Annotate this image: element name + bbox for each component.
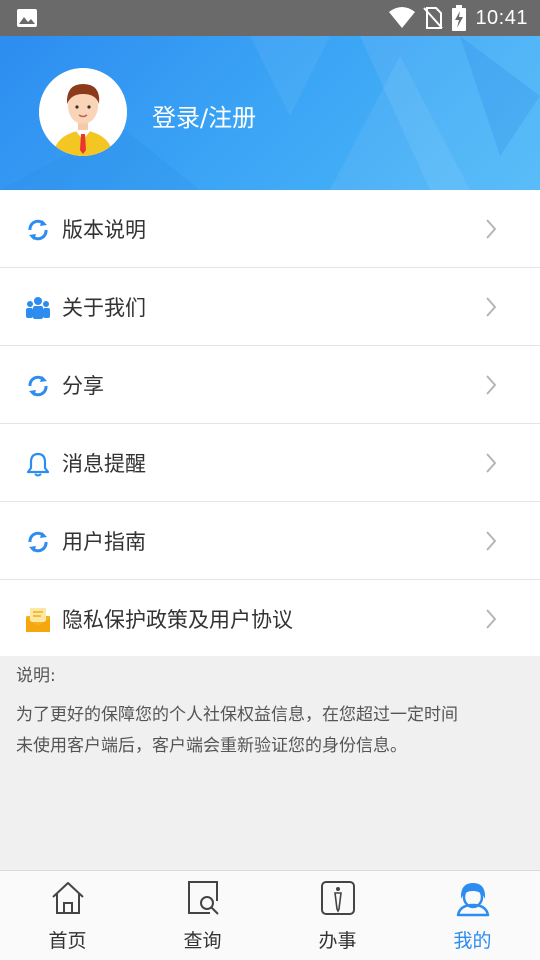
tab-services[interactable]: 办事 [270,871,405,960]
tab-label: 办事 [318,930,357,952]
chevron-right-icon [486,375,497,395]
bottom-tab-bar: 首页 查询 办事 我的 [0,870,540,960]
tab-label: 我的 [453,930,492,952]
notice-title: 说明: [16,666,56,686]
menu-item-label: 关于我们 [62,295,146,320]
bell-icon [26,452,50,477]
chevron-right-icon [486,453,497,473]
menu-item-label: 分享 [62,373,104,398]
notice-line: 未使用客户端后，客户端会重新验证您的身份信息。 [16,736,407,756]
envelope-icon [26,608,50,632]
battery-charging-icon [452,5,467,31]
avatar-person-icon [39,68,127,156]
tab-home[interactable]: 首页 [0,871,135,960]
refresh-icon [28,219,48,241]
search-doc-icon [187,881,219,915]
menu-item-message-reminder[interactable]: 消息提醒 [0,424,540,502]
avatar[interactable] [39,68,127,156]
menu-item-version-info[interactable]: 版本说明 [0,190,540,268]
login-register-link[interactable]: 登录/注册 [152,98,256,133]
notice-text: 为了更好的保障您的个人社保权益信息，在您超过一定时间 未使用客户端后，客户端会重… [16,700,524,762]
tab-label: 首页 [48,930,87,952]
menu-item-privacy-policy[interactable]: 隐私保护政策及用户协议 [0,580,540,658]
user-icon [456,883,489,917]
tab-mine[interactable]: 我的 [405,871,540,960]
profile-header: 登录/注册 [0,36,540,190]
home-icon [51,882,84,914]
settings-menu: 版本说明 关于我们 分享 消息提醒 用户指南 隐私保护政策及用户协议 [0,190,540,658]
notice-line: 为了更好的保障您的个人社保权益信息，在您超过一定时间 [16,705,458,725]
menu-item-label: 用户指南 [62,529,146,554]
menu-item-user-guide[interactable]: 用户指南 [0,502,540,580]
people-icon [26,297,50,319]
menu-item-label: 隐私保护政策及用户协议 [62,608,293,632]
menu-item-label: 版本说明 [62,217,146,242]
notice-section: 说明: 为了更好的保障您的个人社保权益信息，在您超过一定时间 未使用客户端后，客… [0,656,540,870]
refresh-icon [28,375,48,397]
refresh-icon [28,531,48,553]
chevron-right-icon [486,297,497,317]
menu-item-label: 消息提醒 [62,451,146,476]
chevron-right-icon [486,531,497,551]
image-notification-icon [17,9,37,27]
id-card-icon [320,881,355,915]
chevron-right-icon [486,609,497,629]
chevron-right-icon [486,219,497,239]
status-time: 10:41 [475,6,528,29]
tab-label: 查询 [183,930,222,952]
menu-item-share[interactable]: 分享 [0,346,540,424]
no-sim-icon [423,7,444,29]
status-bar: 10:41 [0,0,540,36]
menu-item-about-us[interactable]: 关于我们 [0,268,540,346]
tab-query[interactable]: 查询 [135,871,270,960]
wifi-icon [389,7,416,28]
